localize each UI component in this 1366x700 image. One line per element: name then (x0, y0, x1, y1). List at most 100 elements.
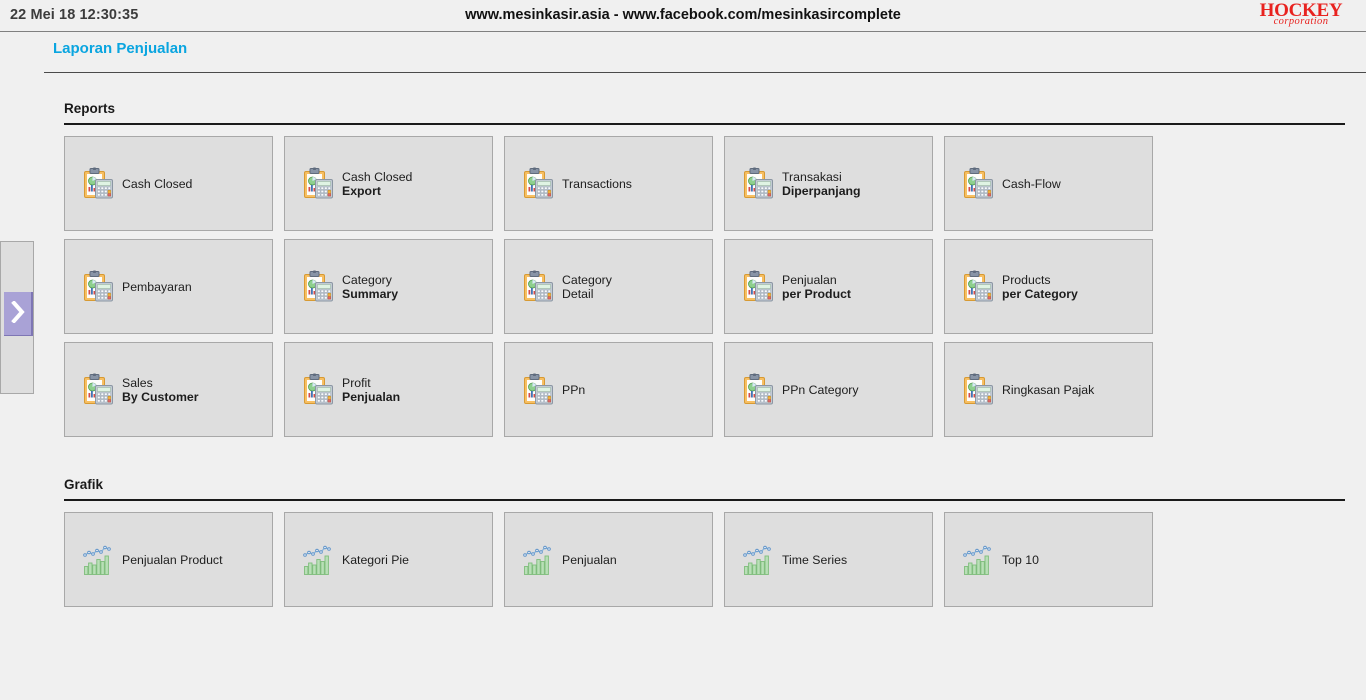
card-content: Products per Category (945, 270, 1152, 304)
report-clipboard-calculator-icon (83, 270, 114, 304)
chart-bars-line-icon (303, 543, 334, 577)
card-content: Cash Closed Export (285, 167, 492, 201)
report-card[interactable]: Penjualan Product (64, 512, 273, 607)
reports-section-divider (64, 123, 1345, 125)
card-label-line2: Export (342, 183, 381, 198)
report-card[interactable]: Category Detail (504, 239, 713, 334)
report-card[interactable]: Kategori Pie (284, 512, 493, 607)
chart-bars-line-icon (523, 545, 551, 575)
report-clipboard-calculator-icon (524, 167, 553, 198)
report-card[interactable]: Ringkasan Pajak (944, 342, 1153, 437)
report-clipboard-calculator-icon (744, 373, 773, 404)
report-clipboard-calculator-icon (83, 167, 114, 201)
card-label-line1: Transakasi (782, 169, 842, 184)
report-clipboard-calculator-icon (523, 270, 554, 304)
card-label: Cash Closed Export (342, 170, 412, 198)
report-card[interactable]: Penjualan (504, 512, 713, 607)
card-label: Cash Closed (122, 177, 192, 191)
grafik-section-title: Grafik (64, 477, 104, 492)
report-card[interactable]: PPn Category (724, 342, 933, 437)
card-label-line1: Pembayaran (122, 279, 192, 294)
report-clipboard-calculator-icon (303, 167, 334, 201)
card-label-line2: By Customer (122, 389, 199, 404)
page-title-bar: Laporan Penjualan (0, 33, 1366, 73)
report-clipboard-calculator-icon (743, 270, 774, 304)
card-content: Category Summary (285, 270, 492, 304)
card-label: Kategori Pie (342, 553, 409, 567)
card-label: Products per Category (1002, 273, 1078, 301)
reports-card-grid: Cash Closed Cash Closed Export Transacti… (64, 136, 1349, 437)
chart-bars-line-icon (743, 543, 774, 577)
chart-bars-line-icon (963, 543, 994, 577)
card-content: Cash-Flow (945, 167, 1152, 201)
card-content: Top 10 (945, 543, 1152, 577)
report-clipboard-calculator-icon (83, 373, 114, 407)
card-content: Time Series (725, 543, 932, 577)
card-label-line1: Cash-Flow (1002, 176, 1061, 191)
card-label-line1: Time Series (782, 552, 848, 567)
card-label-line1: Penjualan (782, 272, 837, 287)
card-content: Penjualan (505, 543, 712, 577)
card-label: Category Summary (342, 273, 398, 301)
grafik-card-grid: Penjualan Product Kategori Pie Penjualan… (64, 512, 1349, 607)
report-card[interactable]: Cash Closed (64, 136, 273, 231)
card-label-line1: Transactions (562, 176, 632, 191)
report-clipboard-calculator-icon (963, 270, 994, 304)
card-content: Cash Closed (65, 167, 272, 201)
card-content: Ringkasan Pajak (945, 373, 1152, 407)
card-content: PPn (505, 373, 712, 407)
report-clipboard-calculator-icon (303, 373, 334, 407)
report-clipboard-calculator-icon (964, 270, 993, 301)
card-label-line2: Penjualan (342, 389, 401, 404)
card-content: Profit Penjualan (285, 373, 492, 407)
report-card[interactable]: PPn (504, 342, 713, 437)
app-window: 22 Mei 18 12:30:35 www.mesinkasir.asia -… (0, 0, 1366, 700)
grafik-section-divider (64, 499, 1345, 501)
report-card[interactable]: Transactions (504, 136, 713, 231)
report-card[interactable]: Top 10 (944, 512, 1153, 607)
report-card[interactable]: Profit Penjualan (284, 342, 493, 437)
reports-section-title: Reports (64, 101, 116, 116)
card-label: Penjualan Product (122, 553, 223, 567)
report-clipboard-calculator-icon (84, 270, 113, 301)
report-card[interactable]: Category Summary (284, 239, 493, 334)
card-label: Category Detail (562, 273, 612, 301)
reports-section: Reports Cash Closed Cash Closed Export T… (64, 101, 1349, 437)
report-clipboard-calculator-icon (304, 373, 333, 404)
card-content: Penjualan Product (65, 543, 272, 577)
report-card[interactable]: Transakasi Diperpanjang (724, 136, 933, 231)
card-label-line1: Ringkasan Pajak (1002, 382, 1095, 397)
brand-tagline-text: corporation (1273, 16, 1329, 27)
card-label: Profit Penjualan (342, 376, 400, 404)
report-card[interactable]: Sales By Customer (64, 342, 273, 437)
card-label-line1: Penjualan (562, 552, 617, 567)
report-clipboard-calculator-icon (963, 373, 994, 407)
top-bar: 22 Mei 18 12:30:35 www.mesinkasir.asia -… (0, 0, 1366, 32)
report-clipboard-calculator-icon (524, 270, 553, 301)
report-card[interactable]: Pembayaran (64, 239, 273, 334)
card-label-line2: Detail (562, 286, 594, 301)
report-card[interactable]: Cash Closed Export (284, 136, 493, 231)
report-clipboard-calculator-icon (963, 167, 994, 201)
report-clipboard-calculator-icon (524, 373, 553, 404)
grafik-section: Grafik Penjualan Product Kategori Pie Pe… (64, 477, 1349, 607)
card-label: Penjualan (562, 553, 617, 567)
report-card[interactable]: Cash-Flow (944, 136, 1153, 231)
card-label-line2: per Product (782, 286, 852, 301)
report-clipboard-calculator-icon (84, 373, 113, 404)
report-clipboard-calculator-icon (304, 167, 333, 198)
card-label: PPn Category (782, 383, 859, 397)
report-clipboard-calculator-icon (964, 373, 993, 404)
card-label: Transakasi Diperpanjang (782, 170, 861, 198)
chart-bars-line-icon (83, 543, 114, 577)
report-card[interactable]: Penjualan per Product (724, 239, 933, 334)
card-label-line2: Diperpanjang (782, 183, 861, 198)
card-content: Pembayaran (65, 270, 272, 304)
report-card[interactable]: Products per Category (944, 239, 1153, 334)
card-label: Transactions (562, 177, 632, 191)
card-label: Sales By Customer (122, 376, 199, 404)
report-card[interactable]: Time Series (724, 512, 933, 607)
card-label: Cash-Flow (1002, 177, 1061, 191)
report-clipboard-calculator-icon (744, 167, 773, 198)
page-title: Laporan Penjualan (53, 40, 188, 57)
